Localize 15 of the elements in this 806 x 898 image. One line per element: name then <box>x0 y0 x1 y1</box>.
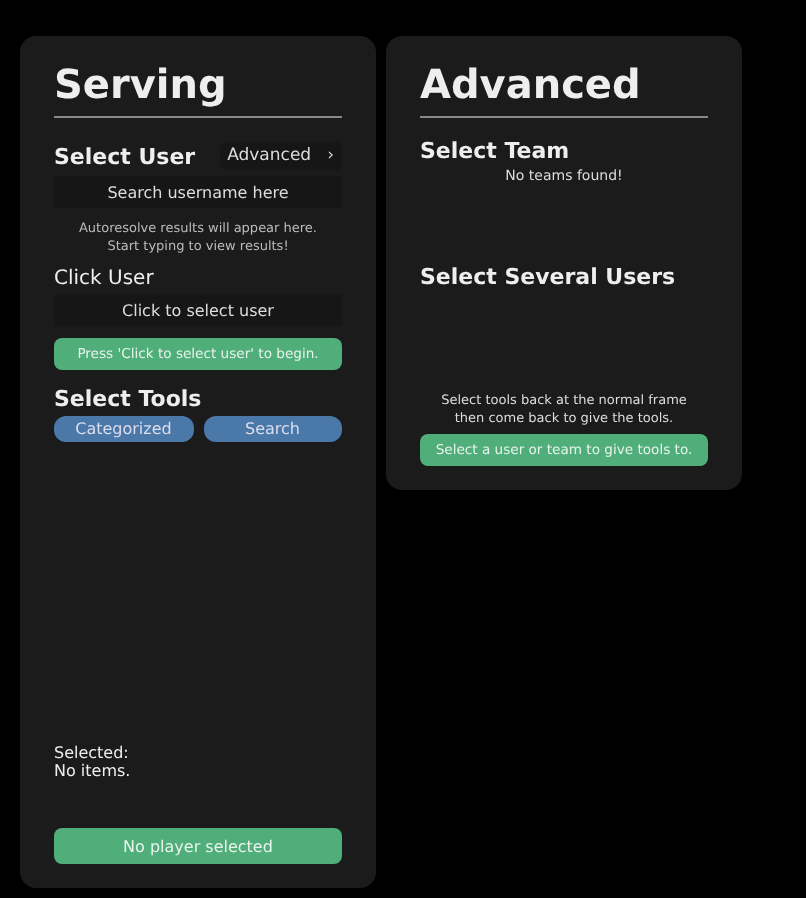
selected-label: Selected: <box>54 743 131 762</box>
panel-title: Serving <box>54 60 342 118</box>
section-heading: Select Several Users <box>420 264 678 290</box>
give-button[interactable]: No player selected <box>54 828 342 864</box>
section-heading: Select User <box>54 143 196 169</box>
selected-value: No items. <box>54 761 133 780</box>
section-heading: Select Tools <box>54 386 204 413</box>
advanced-button[interactable]: Advanced › <box>219 142 342 170</box>
tool-tab[interactable]: Categorized <box>54 416 193 443</box>
select-user-button[interactable]: Click to select user <box>54 294 342 327</box>
section-heading: Select Team <box>420 138 572 164</box>
panel-title: Advanced <box>420 60 708 118</box>
search-field[interactable]: Search username here <box>54 176 342 208</box>
tool-tab[interactable]: Search <box>203 416 342 443</box>
section-label: Click User <box>54 268 156 291</box>
